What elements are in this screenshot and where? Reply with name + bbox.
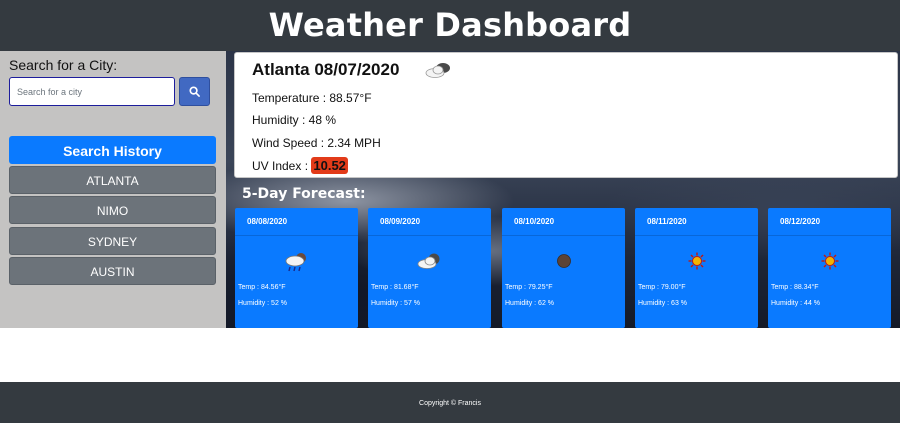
forecast-humidity: Humidity : 44 % (771, 300, 821, 307)
page-title: Weather Dashboard (268, 6, 632, 44)
forecast-temp: Temp : 88.34°F (771, 284, 819, 291)
forecast-title: 5-Day Forecast: (242, 186, 366, 202)
forecast-card: 08/11/2020 Temp : 79.00°F Humidity : 63 … (635, 208, 758, 328)
search-history-title: Search History (9, 136, 216, 164)
search-label: Search for a City: (9, 57, 118, 73)
forecast-date: 08/12/2020 (768, 208, 891, 236)
search-icon (189, 86, 200, 97)
forecast-card: 08/08/2020 Temp : 84.56°F Humidity : 52 … (235, 208, 358, 328)
uv-index-row: UV Index : 10.52 (252, 157, 348, 174)
forecast-card: 08/10/2020 Temp : 79.25°F Humidity : 62 … (502, 208, 625, 328)
history-item-sydney[interactable]: SYDNEY (9, 226, 216, 255)
forecast-humidity: Humidity : 52 % (238, 300, 288, 307)
rain-icon (285, 253, 306, 272)
sidebar: Search for a City: Search History ATLANT… (0, 51, 226, 328)
history-item-austin[interactable]: AUSTIN (9, 256, 216, 285)
history-item-atlanta[interactable]: ATLANTA (9, 166, 216, 194)
forecast-humidity: Humidity : 62 % (505, 300, 555, 307)
forecast-date: 08/10/2020 (502, 208, 625, 236)
forecast-date: 08/08/2020 (235, 208, 358, 236)
forecast-temp: Temp : 81.68°F (371, 284, 419, 291)
forecast-temp: Temp : 84.56°F (238, 284, 286, 291)
sun-icon (821, 252, 838, 270)
humidity-text: Humidity : 48 % (252, 113, 337, 127)
copyright-text: Copyright © Francis (419, 400, 481, 407)
partly-cloudy-icon (417, 253, 439, 269)
current-weather-card: Atlanta 08/07/2020 Temperature : 88.57°F… (234, 52, 898, 178)
uv-index-label: UV Index : (252, 159, 312, 173)
history-item-nimo[interactable]: NIMO (9, 196, 216, 225)
search-input[interactable] (9, 77, 175, 106)
wind-speed-text: Wind Speed : 2.34 MPH (252, 136, 381, 150)
search-button[interactable] (179, 77, 210, 106)
forecast-card: 08/09/2020 Temp : 81.68°F Humidity : 57 … (368, 208, 491, 328)
forecast-temp: Temp : 79.00°F (638, 284, 686, 291)
city-date-title: Atlanta 08/07/2020 (252, 60, 400, 79)
forecast-date: 08/11/2020 (635, 208, 758, 236)
page-footer: Copyright © Francis (0, 382, 900, 423)
main-panel: Atlanta 08/07/2020 Temperature : 88.57°F… (226, 51, 900, 328)
temperature-text: Temperature : 88.57°F (252, 91, 372, 105)
search-history-list: ATLANTA NIMO SYDNEY AUSTIN (9, 166, 216, 287)
page-header: Weather Dashboard (0, 0, 900, 51)
forecast-date: 08/09/2020 (368, 208, 491, 236)
forecast-temp: Temp : 79.25°F (505, 284, 553, 291)
uv-index-badge: 10.52 (311, 157, 348, 174)
forecast-humidity: Humidity : 57 % (371, 300, 421, 307)
sun-icon (688, 252, 705, 270)
forecast-humidity: Humidity : 63 % (638, 300, 688, 307)
moon-icon (556, 254, 571, 268)
forecast-card: 08/12/2020 Temp : 88.34°F Humidity : 44 … (768, 208, 891, 328)
partly-cloudy-icon (425, 63, 450, 78)
